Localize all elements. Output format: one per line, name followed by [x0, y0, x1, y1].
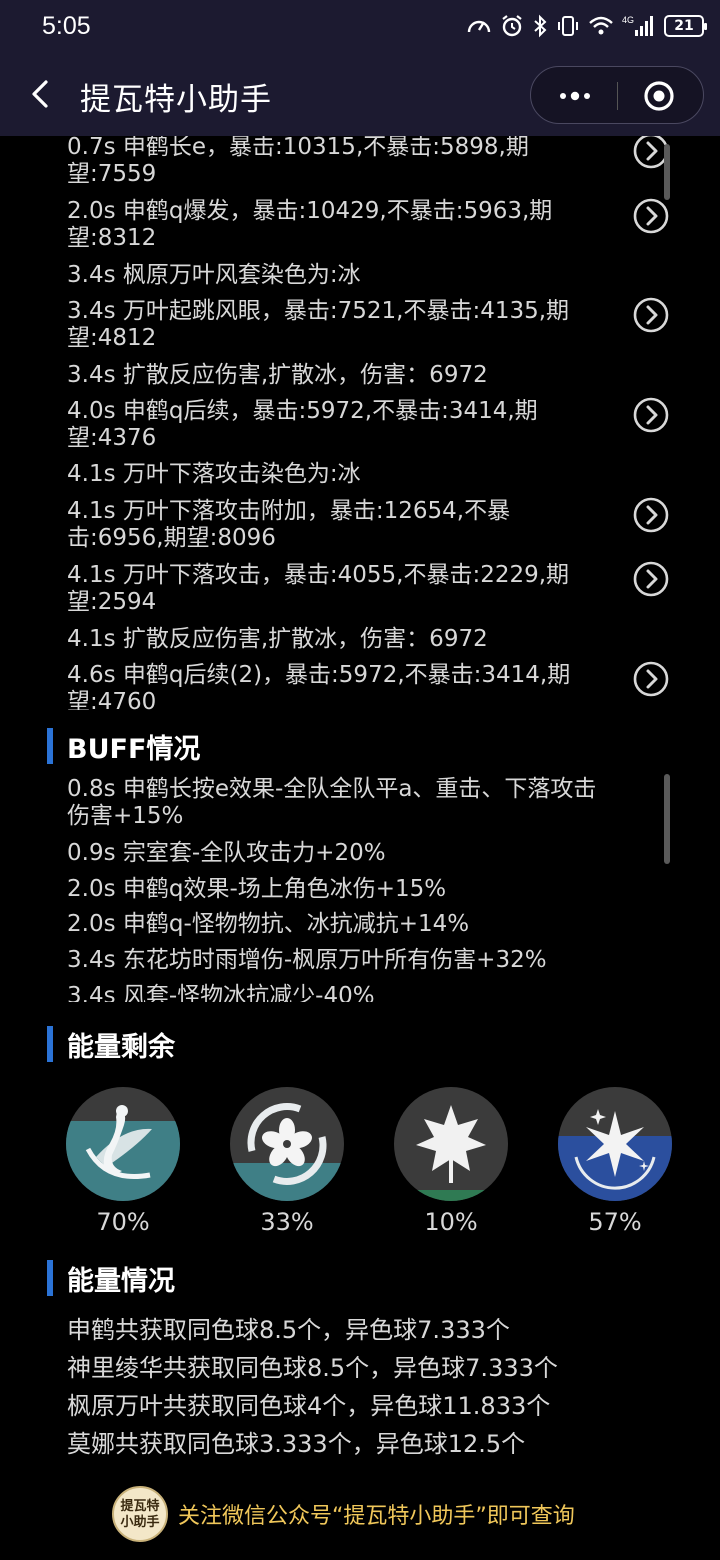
wifi-icon: [589, 16, 613, 35]
section-header-energy-info: 能量情况: [47, 1258, 175, 1298]
kazuha-burst-icon: [416, 1105, 486, 1183]
footer-promo[interactable]: 提瓦特 小助手 关注微信公众号“提瓦特小助手”即可查询: [112, 1486, 632, 1542]
chevron-right-icon[interactable]: [632, 496, 670, 534]
svg-text:4G: 4G: [622, 15, 634, 25]
list-item: 3.4s 东花坊时雨增伤-枫原万叶所有伤害+32%: [67, 947, 547, 973]
scrollbar[interactable]: [664, 774, 670, 864]
section-header-energy-left: 能量剩余: [47, 1024, 175, 1064]
section-accent: [47, 1026, 53, 1062]
bluetooth-icon: [534, 14, 547, 38]
buff-list[interactable]: 0.8s 申鹤长按e效果-全队全队平a、重击、下落攻击 伤害+15% 0.9s 宗…: [0, 774, 720, 1002]
list-item: 3.4s 万叶起跳风眼，暴击:7521,不暴击:4135,期 望:4812: [67, 298, 570, 351]
chevron-right-icon[interactable]: [632, 296, 670, 334]
energy-info-row: 申鹤共获取同色球8.5个，异色球7.333个: [67, 1316, 510, 1344]
more-icon[interactable]: [553, 81, 597, 111]
energy-ring-kazuha: [394, 1087, 508, 1201]
list-item: 4.1s 万叶下落攻击附加，暴击:12654,不暴 击:6956,期望:8096: [67, 498, 511, 551]
section-header-buff: BUFF情况: [47, 726, 200, 766]
energy-percent: 10%: [424, 1208, 478, 1236]
energy-ring-shenhe: [66, 1087, 180, 1201]
energy-info-row: 神里绫华共获取同色球8.5个，异色球7.333个: [67, 1354, 558, 1382]
app-logo: 提瓦特 小助手: [112, 1486, 168, 1542]
miniprogram-capsule: [530, 66, 704, 124]
status-time: 5:05: [42, 12, 91, 40]
battery-indicator: 21: [664, 15, 707, 37]
status-icons: 4G 21: [466, 12, 707, 40]
list-item: 3.4s 扩散反应伤害,扩散冰，伤害：6972: [67, 362, 488, 388]
capsule-divider: [617, 82, 618, 110]
energy-info-row: 莫娜共获取同色球3.333个，异色球12.5个: [67, 1430, 526, 1458]
energy-ring-mona: [558, 1087, 672, 1201]
list-item: 4.1s 扩散反应伤害,扩散冰，伤害：6972: [67, 626, 488, 652]
energy-percent: 57%: [588, 1208, 642, 1236]
chevron-right-icon[interactable]: [632, 197, 670, 235]
scrollbar[interactable]: [664, 144, 670, 200]
list-item: 4.1s 万叶下落攻击，暴击:4055,不暴击:2229,期 望:2594: [67, 562, 570, 615]
ayaka-burst-icon: [247, 1103, 327, 1185]
signal-icon: 4G: [622, 15, 653, 36]
list-item: 0.7s 申鹤长e，暴击:10315,不暴击:5898,期 望:7559: [67, 136, 529, 187]
shenhe-burst-icon: [85, 1105, 152, 1179]
energy-info-row: 枫原万叶共获取同色球4个，异色球11.833个: [67, 1392, 551, 1420]
chevron-right-icon[interactable]: [632, 660, 670, 698]
list-item: 4.1s 万叶下落攻击染色为:冰: [67, 461, 361, 487]
data-saver-icon: [467, 20, 491, 33]
alarm-icon: [502, 15, 522, 37]
top-bar: 5:05 4G 21 提瓦特小助手: [0, 0, 720, 136]
list-item: 4.0s 申鹤q后续，暴击:5972,不暴击:3414,期 望:4376: [67, 398, 538, 451]
list-item: 4.6s 申鹤q后续(2)，暴击:5972,不暴击:3414,期 望:4760: [67, 662, 571, 710]
list-item: 2.0s 申鹤q效果-场上角色冰伤+15%: [67, 876, 447, 902]
list-item: 0.9s 宗室套-全队攻击力+20%: [67, 840, 386, 866]
list-item: 0.8s 申鹤长按e效果-全队全队平a、重击、下落攻击 伤害+15%: [67, 776, 597, 829]
back-icon[interactable]: [22, 74, 62, 114]
list-item: 3.4s 风套-怪物冰抗减少-40%: [67, 983, 375, 1002]
energy-percent: 33%: [260, 1208, 314, 1236]
footer-text: 关注微信公众号“提瓦特小助手”即可查询: [178, 1504, 575, 1529]
chevron-right-icon[interactable]: [632, 560, 670, 598]
close-miniprogram-icon[interactable]: [643, 80, 675, 112]
list-item: 2.0s 申鹤q爆发，暴击:10429,不暴击:5963,期 望:8312: [67, 198, 553, 251]
mona-burst-icon: [574, 1109, 656, 1190]
vibrate-icon: [558, 16, 578, 36]
list-item: 3.4s 枫原万叶风套染色为:冰: [67, 262, 361, 288]
list-item: 2.0s 申鹤q-怪物物抗、冰抗减抗+14%: [67, 911, 470, 937]
status-bar: 5:05 4G 21: [0, 0, 720, 52]
section-accent: [47, 1260, 53, 1296]
page-title: 提瓦特小助手: [80, 82, 272, 118]
energy-percent: 70%: [96, 1208, 150, 1236]
damage-log-list[interactable]: 0.7s 申鹤长e，暴击:10315,不暴击:5898,期 望:7559 2.0s…: [0, 136, 720, 710]
chevron-right-icon[interactable]: [632, 396, 670, 434]
energy-ring-ayaka: [230, 1087, 344, 1201]
section-accent: [47, 728, 53, 764]
nav-bar: 提瓦特小助手: [0, 56, 720, 136]
